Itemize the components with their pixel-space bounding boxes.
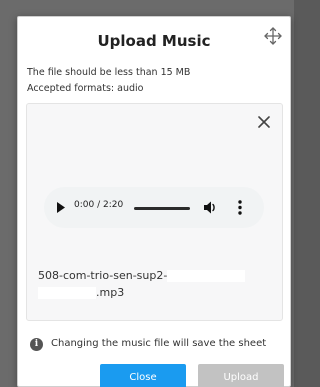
redaction-block <box>167 270 246 282</box>
playback-time: 0:00 / 2:20 <box>74 200 124 210</box>
info-icon: i <box>30 338 43 351</box>
file-name: 508-com-trio-sen-sup2- .mp3 <box>38 267 268 301</box>
move-arrows-icon[interactable] <box>264 27 282 45</box>
file-name-part2: .mp3 <box>96 286 125 299</box>
play-icon[interactable] <box>57 202 65 213</box>
selected-file-card: 0:00 / 2:20 508-com-trio-sen-sup2- .mp3 <box>26 103 283 321</box>
upload-music-dialog: Upload Music The file should be less tha… <box>17 16 291 387</box>
close-icon[interactable] <box>257 115 271 129</box>
progress-track[interactable] <box>134 207 190 210</box>
redaction-block <box>38 287 96 299</box>
upload-button[interactable]: Upload <box>198 364 284 387</box>
volume-icon[interactable] <box>203 200 218 215</box>
accepted-formats-text: Accepted formats: audio <box>27 83 144 94</box>
audio-player[interactable]: 0:00 / 2:20 <box>44 187 264 228</box>
save-notice-text: Changing the music file will save the sh… <box>51 338 267 349</box>
more-vertical-icon[interactable] <box>237 199 243 216</box>
size-limit-text: The file should be less than 15 MB <box>27 67 191 78</box>
close-button[interactable]: Close <box>100 364 186 387</box>
dialog-title: Upload Music <box>97 32 211 50</box>
file-name-part1: 508-com-trio-sen-sup2- <box>38 269 168 282</box>
